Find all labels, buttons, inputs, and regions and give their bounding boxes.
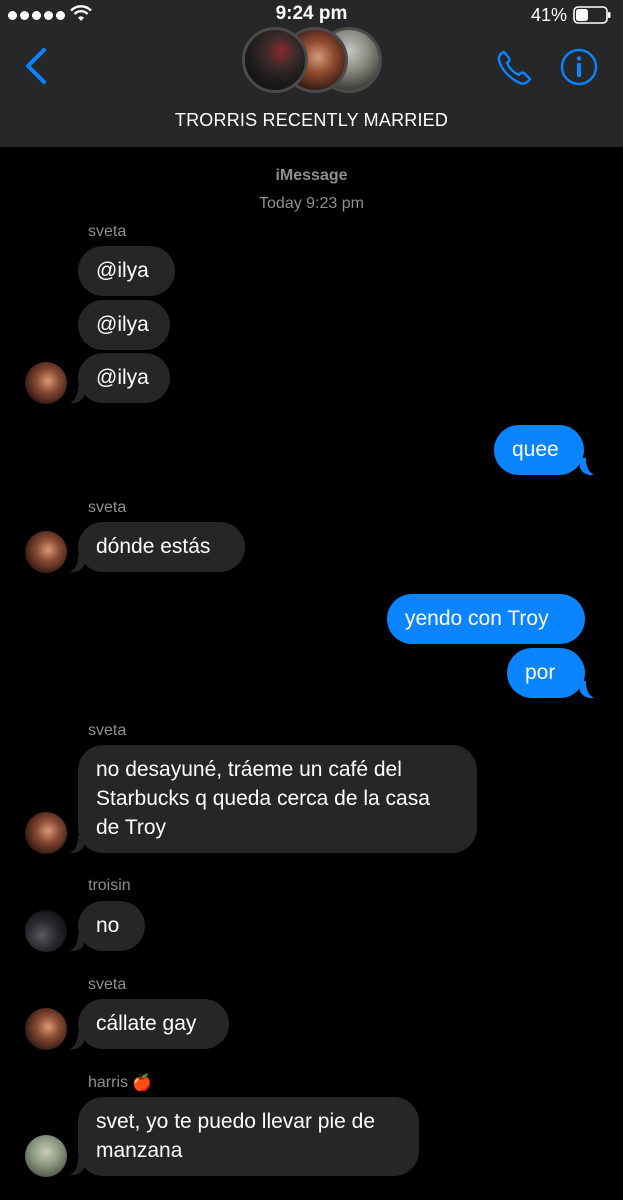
sender-name-text: harris xyxy=(88,1074,129,1091)
avatar-troisin[interactable] xyxy=(25,910,67,952)
avatar-sveta[interactable] xyxy=(25,812,67,854)
sender-name: harris 🍎 xyxy=(88,1073,152,1093)
bubble-tail xyxy=(70,555,84,573)
message-bubble-incoming[interactable]: dónde estás xyxy=(78,522,245,572)
message-bubble-incoming[interactable]: @ilya xyxy=(78,353,170,403)
battery-percent: 41% xyxy=(530,5,567,25)
message-bubble-incoming[interactable]: no xyxy=(78,901,145,951)
status-time: 9:24 pm xyxy=(275,3,348,24)
sender-name: sveta xyxy=(88,976,127,993)
group-avatars[interactable] xyxy=(242,27,382,99)
sender-name: sveta xyxy=(88,722,127,739)
bubble-tail xyxy=(580,458,594,476)
status-bar: 9:24 pm 41% xyxy=(0,0,623,30)
message-bubble-incoming[interactable]: @ilya xyxy=(78,300,170,350)
message-bubble-outgoing[interactable]: quee xyxy=(494,425,584,475)
group-avatar-troisin xyxy=(242,27,308,93)
bubble-tail xyxy=(70,934,84,952)
bubble-tail xyxy=(580,681,594,699)
thread-title[interactable]: TRORRIS RECENTLY MARRIED xyxy=(0,110,623,131)
conversation-header: 9:24 pm 41% TRORRIS RECENTLY MARRIED xyxy=(0,0,623,147)
battery-icon xyxy=(573,6,611,24)
service-label: iMessage xyxy=(275,167,348,184)
bubble-tail xyxy=(70,836,84,854)
avatar-harris[interactable] xyxy=(25,1135,67,1177)
sender-name: troisin xyxy=(88,877,131,894)
back-button[interactable] xyxy=(18,46,54,86)
bubble-tail xyxy=(70,1158,84,1176)
bubble-tail xyxy=(70,386,84,404)
bubble-tail xyxy=(70,1032,84,1050)
sender-name: sveta xyxy=(88,223,127,240)
message-bubble-incoming[interactable]: svet, yo te puedo llevar pie de manzana xyxy=(78,1097,419,1176)
message-bubble-incoming[interactable]: cállate gay xyxy=(78,999,229,1049)
info-icon[interactable] xyxy=(560,48,598,86)
avatar-sveta[interactable] xyxy=(25,362,67,404)
message-bubble-incoming[interactable]: @ilya xyxy=(78,246,175,296)
avatar-sveta[interactable] xyxy=(25,531,67,573)
avatar-sveta[interactable] xyxy=(25,1008,67,1050)
apple-emoji: 🍎 xyxy=(132,1075,152,1092)
message-bubble-outgoing[interactable]: por xyxy=(507,648,585,698)
sender-name: sveta xyxy=(88,499,127,516)
phone-icon[interactable] xyxy=(495,48,535,88)
message-bubble-incoming[interactable]: no desayuné, tráeme un café del Starbuck… xyxy=(78,745,477,853)
message-bubble-outgoing[interactable]: yendo con Troy xyxy=(387,594,585,644)
conversation-timestamp: Today 9:23 pm xyxy=(259,195,364,212)
